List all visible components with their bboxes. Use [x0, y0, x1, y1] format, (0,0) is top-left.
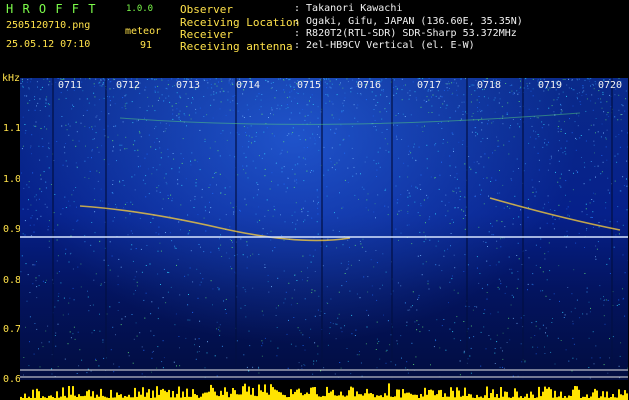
time-label-0715: 0715	[297, 80, 322, 91]
receiver-value: : R820T2(RTL-SDR) SDR-Sharp 53.372MHz	[294, 28, 517, 39]
freq-label-0.6: 0.6	[3, 374, 22, 385]
freq-unit-label: kHz	[2, 73, 21, 84]
meteor-count: 91	[140, 40, 153, 51]
meteor-trace	[79, 205, 351, 242]
app-version: 1.0.0	[126, 4, 154, 14]
meteor-label: meteor	[125, 26, 162, 37]
spectrogram-plot: 0711 0712 0713 0714 0715 0716 0717 0718 …	[20, 78, 628, 380]
observer-value: : Takanori Kawachi	[294, 3, 403, 14]
time-label-0718: 0718	[477, 80, 502, 91]
location-value: : Ogaki, Gifu, JAPAN (136.60E, 35.35N)	[294, 16, 523, 27]
spectrogram-overlay	[20, 78, 628, 380]
antenna-value: : 2el-HB9CV Vertical (el. E-W)	[294, 40, 475, 51]
freq-label-0.8: 0.8	[3, 275, 22, 286]
freq-label-0.7: 0.7	[3, 324, 22, 335]
time-label-0713: 0713	[176, 80, 201, 91]
capture-datetime: 25.05.12 07:10	[6, 39, 91, 50]
time-label-0714: 0714	[236, 80, 261, 91]
time-label-0720: 0720	[598, 80, 623, 91]
time-label-0716: 0716	[357, 80, 382, 91]
time-label-0717: 0717	[417, 80, 442, 91]
observer-label: Observer	[180, 3, 233, 16]
receiver-label: Receiver	[180, 28, 233, 41]
freq-label-1.1: 1.1	[3, 123, 22, 134]
freq-label-0.9: 0.9	[3, 224, 22, 235]
signal-strength-graph	[20, 383, 628, 400]
time-label-0719: 0719	[538, 80, 563, 91]
signal-strength-bar	[20, 380, 628, 400]
file-name: 2505120710.png	[6, 20, 91, 31]
location-label: Receiving Location	[180, 16, 300, 29]
time-label-0712: 0712	[116, 80, 141, 91]
time-label-0711: 0711	[58, 80, 83, 91]
meteor-trace	[489, 197, 621, 231]
app-name: H R O F F T	[6, 2, 97, 16]
freq-label-1.0: 1.0	[3, 174, 22, 185]
hrofft-window: H R O F F T 1.0.0 2505120710.png 25.05.1…	[0, 0, 629, 400]
antenna-label: Receiving antenna	[180, 40, 293, 53]
